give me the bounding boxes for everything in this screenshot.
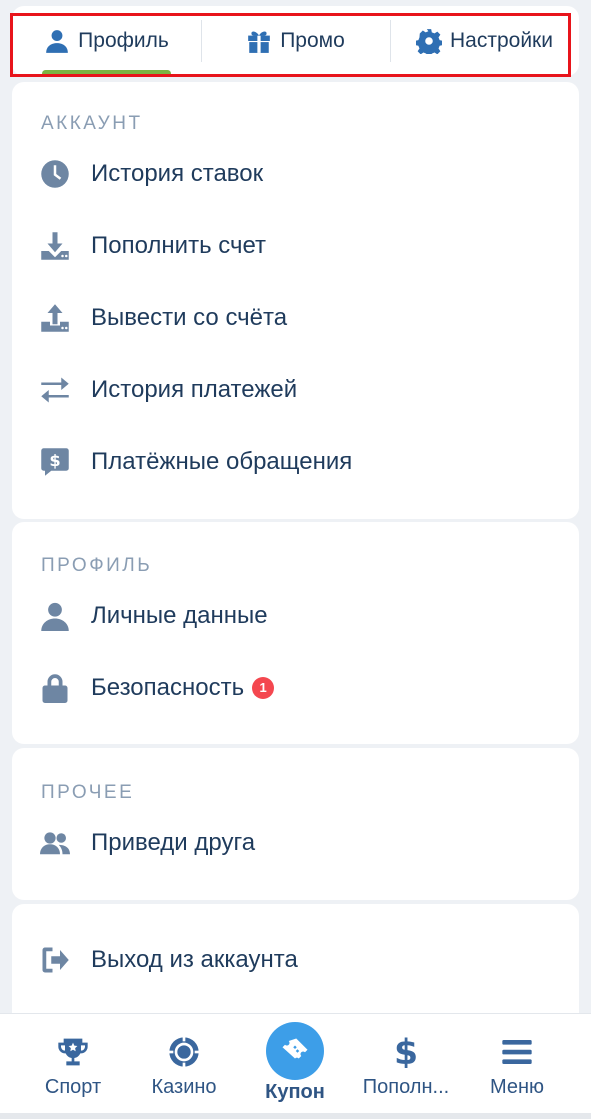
menu-item-label: Безопасность 1 <box>91 674 275 702</box>
dollar-chat-icon: $ <box>39 446 71 478</box>
nav-label: Пополн... <box>362 1076 450 1098</box>
transfer-arrows-icon <box>39 374 71 406</box>
menu-icon <box>501 1036 533 1068</box>
menu-item-payment-requests[interactable]: $ Платёжные обращения <box>12 432 579 492</box>
logout-button[interactable]: Выход из аккаунта <box>12 930 579 990</box>
menu-item-label: История платежей <box>91 376 298 403</box>
menu-item-label: Пополнить счет <box>91 232 267 259</box>
logout-label: Выход из аккаунта <box>91 946 298 973</box>
profile-section: ПРОФИЛЬ Личные данные Безопасность 1 <box>12 522 579 744</box>
menu-item-payment-history[interactable]: История платежей <box>12 360 579 420</box>
menu-item-label: История ставок <box>91 160 264 187</box>
tab-settings[interactable]: Настройки <box>390 6 579 76</box>
tab-profile[interactable]: Профиль <box>12 6 201 77</box>
profile-section-title: ПРОФИЛЬ <box>41 555 153 576</box>
menu-item-personal-data[interactable]: Личные данные <box>12 586 579 646</box>
tab-promo[interactable]: Промо <box>201 6 390 76</box>
nav-deposit[interactable]: $ Пополн... <box>351 1014 461 1114</box>
menu-item-deposit[interactable]: Пополнить счет <box>12 216 579 276</box>
gift-icon <box>246 28 272 54</box>
casino-chip-icon <box>168 1036 200 1068</box>
nav-sport[interactable]: Спорт <box>18 1014 128 1114</box>
nav-label: Меню <box>489 1076 545 1098</box>
dollar-icon: $ <box>390 1033 422 1073</box>
nav-coupon-label: Купон <box>265 1081 325 1103</box>
download-icon <box>39 230 71 262</box>
nav-coupon-button[interactable] <box>266 1022 324 1080</box>
nav-label: Спорт <box>44 1076 102 1098</box>
account-section: АККАУНТ История ставок Пополнить счет Вы… <box>12 82 579 519</box>
nav-menu[interactable]: Меню <box>462 1014 572 1114</box>
menu-item-label: Приведи друга <box>91 829 256 856</box>
account-section-title: АККАУНТ <box>41 113 143 134</box>
security-label: Безопасность <box>91 674 245 701</box>
users-icon <box>39 827 71 859</box>
upload-icon <box>39 302 71 334</box>
nav-label: Казино <box>151 1076 217 1098</box>
home-indicator-bar <box>0 1113 591 1119</box>
user-icon <box>39 600 71 632</box>
user-icon <box>44 28 70 54</box>
menu-item-bet-history[interactable]: История ставок <box>12 144 579 204</box>
tab-settings-label: Настройки <box>450 29 553 52</box>
tab-promo-label: Промо <box>280 29 345 52</box>
svg-text:$: $ <box>49 451 60 470</box>
menu-item-invite-friend[interactable]: Приведи друга <box>12 813 579 873</box>
other-section: ПРОЧЕЕ Приведи друга <box>12 748 579 900</box>
lock-icon <box>39 672 71 704</box>
top-tab-bar: Профиль Промо Настройки <box>12 6 579 77</box>
other-section-title: ПРОЧЕЕ <box>41 782 135 803</box>
clock-icon <box>39 158 71 190</box>
svg-text:$: $ <box>394 1036 418 1068</box>
menu-item-label: Личные данные <box>91 602 268 629</box>
trophy-icon <box>57 1036 89 1068</box>
ticket-icon <box>282 1038 308 1059</box>
bottom-navigation: Спорт Казино Купон $ Пополн... Меню <box>0 1013 591 1119</box>
nav-casino[interactable]: Казино <box>129 1014 239 1114</box>
menu-item-withdraw[interactable]: Вывести со счёта <box>12 288 579 348</box>
logout-icon <box>39 944 71 976</box>
notification-badge: 1 <box>252 676 275 699</box>
menu-item-security[interactable]: Безопасность 1 <box>12 658 579 718</box>
tab-profile-label: Профиль <box>78 29 169 52</box>
gear-icon <box>416 28 442 54</box>
menu-item-label: Платёжные обращения <box>91 448 353 475</box>
menu-item-label: Вывести со счёта <box>91 304 288 331</box>
